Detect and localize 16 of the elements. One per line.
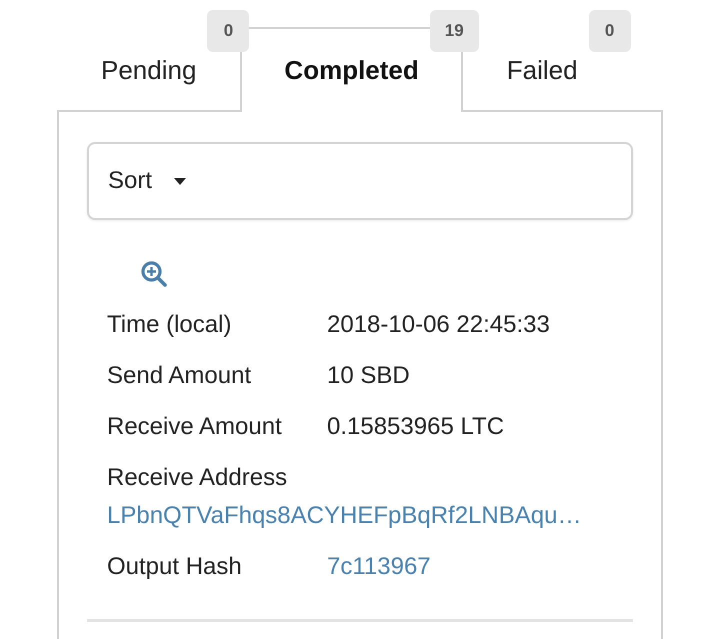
zoom-in-icon[interactable] <box>141 261 167 287</box>
sort-dropdown[interactable]: Sort <box>87 142 633 220</box>
detail-value: 2018-10-06 22:45:33 <box>327 310 551 340</box>
detail-value: 0.15853965 LTC <box>327 412 506 442</box>
detail-link[interactable]: 7c113967 <box>327 552 633 582</box>
detail-label: Receive Address <box>107 463 288 493</box>
caret-icon <box>174 178 186 184</box>
detail-label: Time (local) <box>107 310 232 340</box>
detail-label: Output Hash <box>107 552 243 582</box>
detail-label: Send Amount <box>107 361 252 391</box>
count-badge: 0 <box>588 10 631 52</box>
count-badge: 19 <box>430 10 479 52</box>
count-badge: 0 <box>207 10 250 52</box>
detail-label: Receive Amount <box>107 412 283 442</box>
detail-link[interactable]: LPbnQTVaFhqs8ACYHEFpBqRf2LNBAqu… <box>107 501 633 531</box>
detail-value: 10 SBD <box>327 361 411 391</box>
